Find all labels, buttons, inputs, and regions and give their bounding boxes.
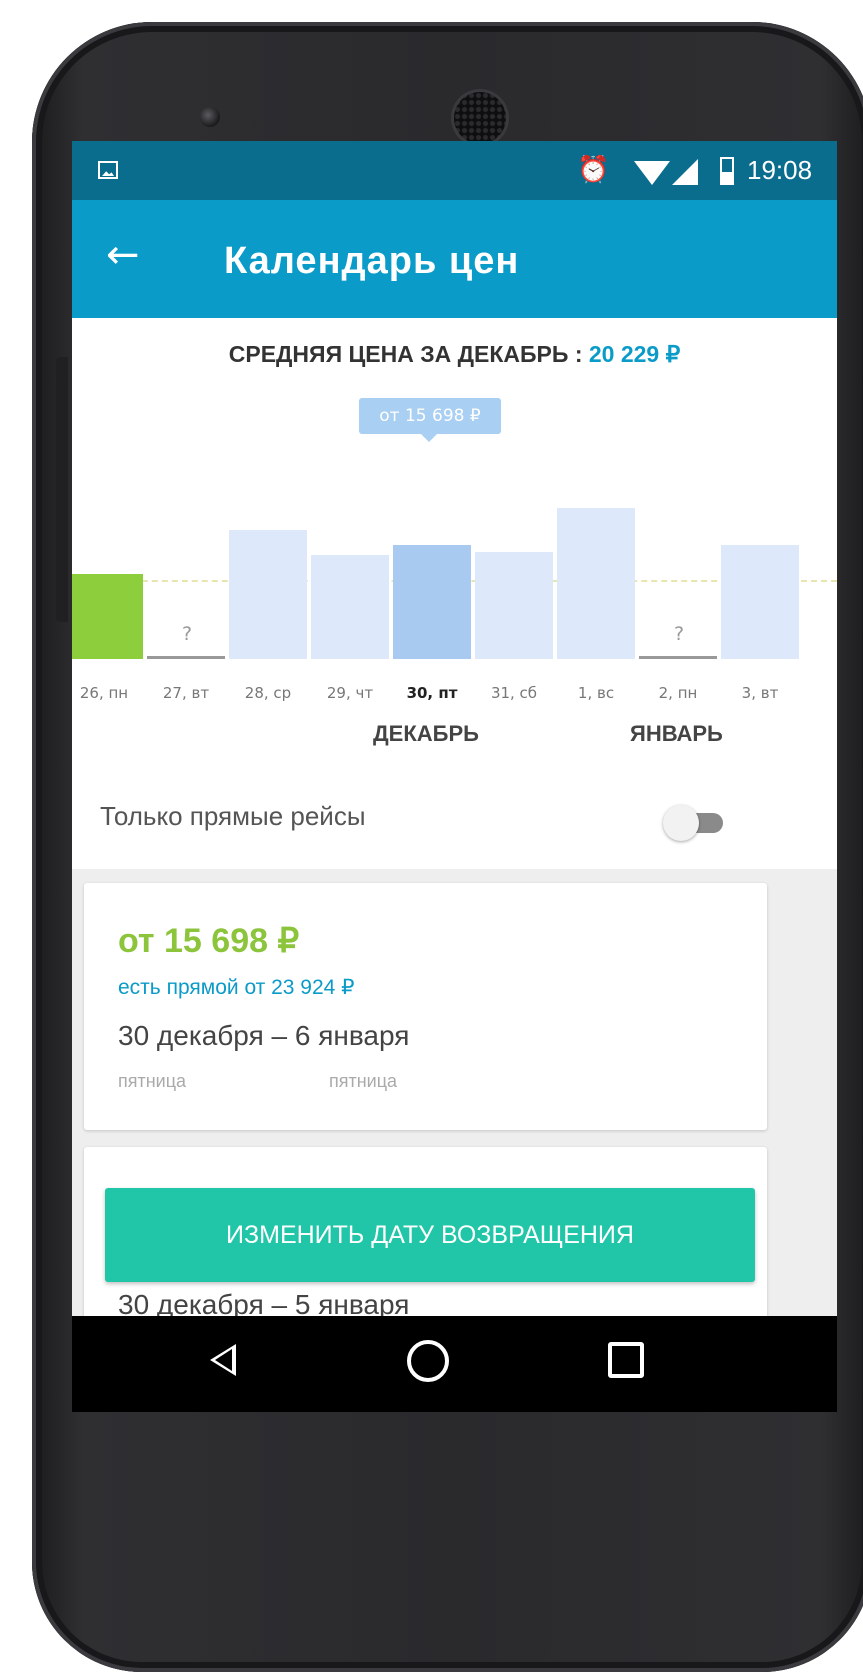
status-bar: ⏰ 19:08 bbox=[72, 141, 837, 200]
battery-icon bbox=[720, 157, 734, 185]
price-bar[interactable] bbox=[393, 544, 471, 659]
status-time: 19:08 bbox=[747, 155, 813, 185]
change-return-date-button[interactable]: ИЗМЕНИТЬ ДАТУ ВОЗВРАЩЕНИЯ bbox=[105, 1188, 755, 1282]
page-title: Календарь цен bbox=[224, 240, 520, 282]
date-tick-label[interactable]: 30, пт bbox=[391, 684, 473, 702]
bar-no-data[interactable] bbox=[147, 656, 225, 659]
price-bar[interactable] bbox=[72, 573, 143, 659]
average-price-value: 20 229 ₽ bbox=[588, 341, 681, 367]
price-bar[interactable] bbox=[311, 554, 389, 659]
average-price-line: СРЕДНЯЯ ЦЕНА ЗА ДЕКАБРЬ : 20 229 ₽ bbox=[72, 341, 837, 368]
nav-home-icon[interactable] bbox=[407, 1340, 449, 1382]
signal-icon bbox=[672, 159, 698, 185]
date-tick-label[interactable]: 26, пн bbox=[72, 684, 145, 702]
month-label-january: ЯНВАРЬ bbox=[630, 721, 723, 746]
date-tick-label[interactable]: 31, сб bbox=[473, 684, 555, 702]
selected-price-tooltip: от 15 698 ₽ bbox=[359, 398, 501, 442]
toggle-thumb bbox=[663, 805, 699, 841]
front-camera-icon bbox=[200, 107, 220, 127]
month-label-december: ДЕКАБРЬ bbox=[373, 721, 479, 746]
date-tick-label[interactable]: 1, вс bbox=[555, 684, 637, 702]
image-notification-icon bbox=[98, 161, 118, 179]
nav-back-icon[interactable] bbox=[210, 1344, 236, 1376]
card-weekday-from: пятница bbox=[118, 1071, 187, 1091]
price-bar[interactable] bbox=[721, 544, 799, 659]
card-direct-price: есть прямой от 23 924 ₽ bbox=[118, 976, 355, 999]
price-bar[interactable] bbox=[229, 530, 307, 659]
side-button bbox=[56, 357, 68, 622]
back-arrow-icon[interactable]: ← bbox=[106, 230, 140, 280]
price-card[interactable]: от 15 698 ₽ есть прямой от 23 924 ₽ 30 д… bbox=[84, 883, 767, 1130]
date-tick-label[interactable]: 3, вт bbox=[719, 684, 801, 702]
average-price-label: СРЕДНЯЯ ЦЕНА ЗА ДЕКАБРЬ : bbox=[228, 341, 589, 367]
missing-price-label: ? bbox=[181, 623, 193, 645]
earpiece-speaker bbox=[454, 92, 506, 144]
direct-flights-label: Только прямые рейсы bbox=[100, 801, 366, 831]
wifi-icon bbox=[634, 161, 670, 185]
date-tick-label[interactable]: 2, пн bbox=[637, 684, 719, 702]
app-bar: ← Календарь цен bbox=[72, 200, 837, 318]
date-tick-label[interactable]: 28, ср bbox=[227, 684, 309, 702]
bar-no-data[interactable] bbox=[639, 656, 717, 659]
date-tick-label[interactable]: 27, вт bbox=[145, 684, 227, 702]
nav-recents-icon[interactable] bbox=[608, 1342, 644, 1378]
price-bar[interactable] bbox=[557, 508, 635, 659]
date-tick-label[interactable]: 29, чт bbox=[309, 684, 391, 702]
direct-flights-toggle[interactable] bbox=[663, 803, 727, 841]
card-weekday-to: пятница bbox=[329, 1071, 398, 1091]
card-dates: 30 декабря – 6 января bbox=[118, 1020, 410, 1051]
missing-price-label: ? bbox=[673, 623, 685, 645]
screen: ⏰ 19:08 ← Календарь цен СРЕДНЯЯ ЦЕНА ЗА … bbox=[72, 141, 837, 1412]
direct-flights-row[interactable]: Только прямые рейсы bbox=[72, 771, 837, 871]
navigation-bar bbox=[72, 1316, 837, 1412]
alarm-icon: ⏰ bbox=[577, 155, 610, 185]
price-bar[interactable] bbox=[475, 552, 553, 659]
card-price: от 15 698 ₽ bbox=[118, 922, 300, 960]
price-chart[interactable]: 26, пн? 27, вт 28, ср 29, чт 30, пт 31, сб 1, … bbox=[72, 431, 837, 771]
